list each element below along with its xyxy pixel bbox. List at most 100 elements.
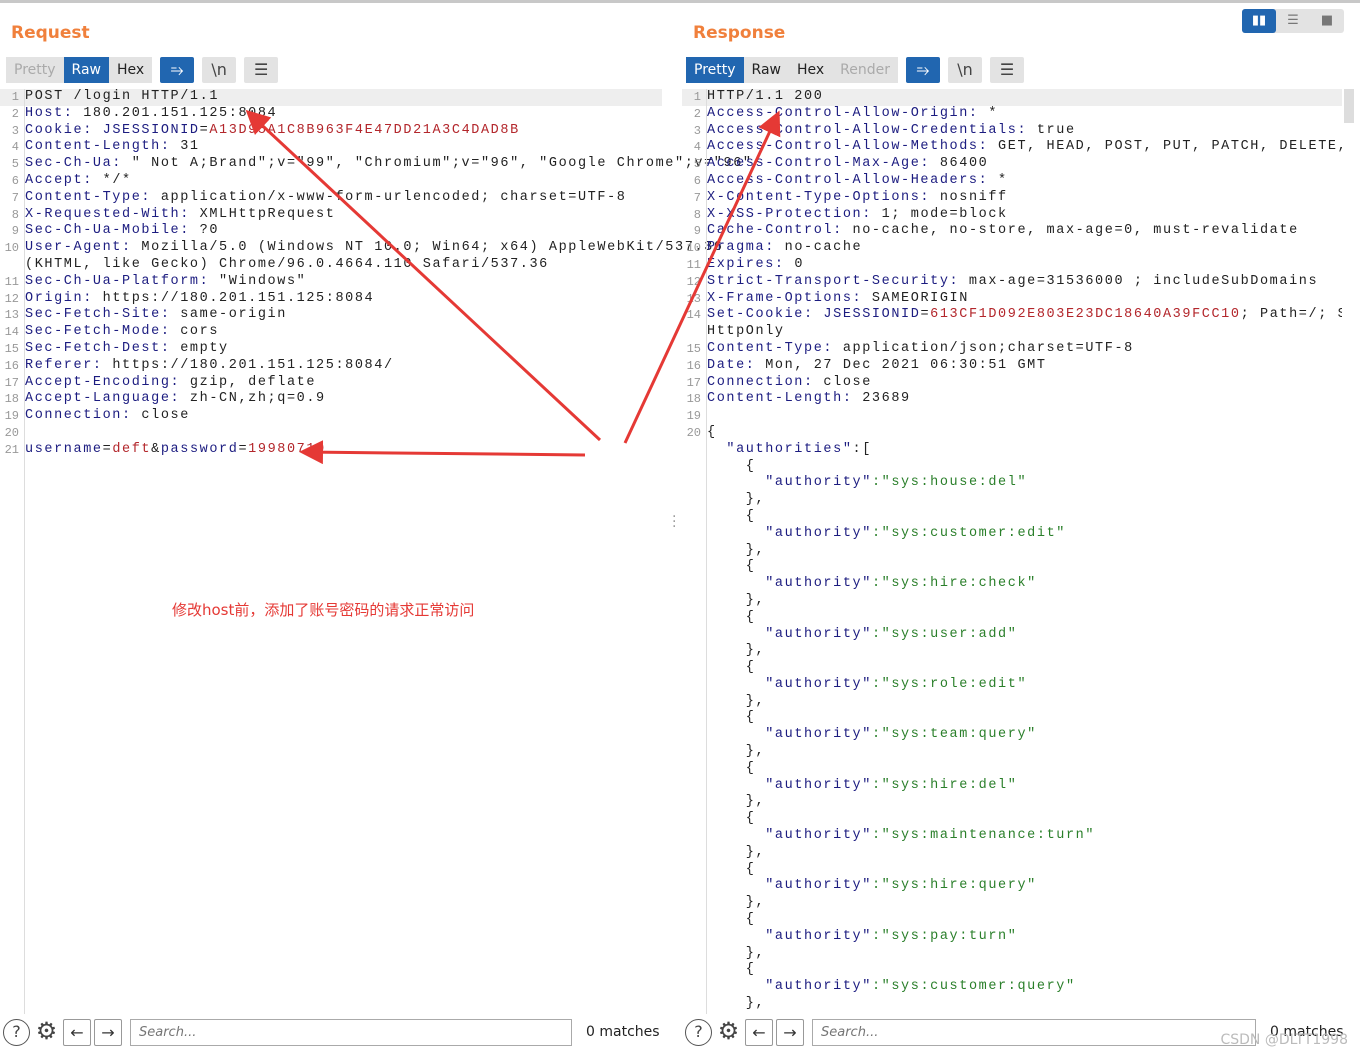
json-punctuation: {: [707, 609, 756, 625]
code-token: Cache-Control:: [707, 223, 843, 239]
code-token: Access-Control-Allow-Headers:: [707, 172, 989, 188]
json-punctuation: {: [707, 962, 756, 978]
single-pane-layout-icon[interactable]: ■: [1310, 9, 1344, 33]
code-token: *: [988, 172, 1008, 188]
request-search-input[interactable]: [130, 1018, 572, 1046]
code-token: A13D95A1C8B963F4E47DD21A3C4DAD8B: [209, 122, 520, 138]
line-number: 7: [693, 190, 701, 205]
code-token: :[: [852, 441, 872, 457]
response-editor[interactable]: 1 HTTP/1.1 200 2 Access-Control-Allow-Origi…: [682, 89, 1342, 1014]
json-line: "authority":"sys:role:edit": [682, 677, 1342, 694]
json-punctuation: },: [707, 542, 766, 558]
json-line: "authority":"sys:team:query": [682, 727, 1342, 744]
code-token: Connection:: [25, 408, 132, 424]
settings-icon[interactable]: ⚙: [715, 1019, 742, 1046]
line-number: 10: [4, 241, 19, 256]
code-token: ?0: [189, 223, 220, 239]
code-token: application/json;charset=UTF-8: [833, 340, 1134, 356]
forward-button[interactable]: →: [776, 1018, 804, 1046]
code-token: Origin:: [25, 290, 93, 306]
tab-pretty[interactable]: Pretty: [6, 57, 64, 83]
json-key: "authority": [765, 928, 872, 944]
code-token: Access-Control-Max-Age:: [707, 156, 931, 172]
tab-pretty[interactable]: Pretty: [686, 57, 744, 83]
response-search-input[interactable]: [812, 1018, 1256, 1046]
back-button[interactable]: ←: [745, 1018, 773, 1046]
json-line: {: [682, 710, 1342, 727]
code-token: =: [238, 441, 249, 457]
line-number: 8: [693, 207, 701, 222]
code-token: Cookie:: [25, 122, 93, 138]
code-token: deft: [112, 441, 152, 457]
json-punctuation: [707, 576, 765, 591]
json-key: "authority": [765, 475, 872, 491]
menu-icon[interactable]: ☰: [244, 57, 279, 83]
wrap-lines-icon[interactable]: ⥱: [906, 57, 941, 83]
tab-render[interactable]: Render: [832, 57, 899, 83]
json-punctuation: ": [1007, 928, 1018, 944]
menu-icon[interactable]: ☰: [990, 57, 1025, 83]
line-number: 21: [4, 442, 19, 457]
line-number: 19: [4, 409, 19, 424]
code-token: Sec-Ch-Ua-Mobile:: [25, 223, 190, 239]
line-number: 1: [11, 90, 19, 104]
code-token: https://180.201.151.125:8084: [92, 290, 375, 306]
code-token: Connection:: [707, 374, 814, 390]
line-number: 9: [693, 224, 701, 239]
wrap-lines-icon[interactable]: ⥱: [160, 57, 195, 83]
response-pane: Response ▮▮ ☰ ■ Pretty Raw Hex Render ⥱ …: [682, 3, 1360, 1052]
json-punctuation: [707, 979, 765, 994]
json-punctuation: [707, 878, 765, 893]
code-token: cors: [170, 324, 220, 340]
line-number: 11: [4, 274, 19, 289]
json-key: "authority": [765, 828, 872, 844]
help-icon[interactable]: ?: [685, 1018, 712, 1046]
code-token: Date:: [707, 357, 756, 373]
code-token: Mon, 27 Dec 2021 06:30:51 GMT: [755, 357, 1047, 373]
json-punctuation: :": [871, 525, 892, 541]
json-line: },: [682, 845, 1342, 862]
code-line: 5 Sec-Ch-Ua: " Not A;Brand";v="99", "Chro…: [0, 156, 751, 173]
line-number: [0, 257, 22, 274]
line-number: 2: [11, 106, 19, 121]
line-number: 5: [11, 157, 19, 172]
request-editor[interactable]: 1 POST /login HTTP/1.1 2 Host: 180.201.151.…: [0, 89, 751, 1014]
code-token: 86400: [930, 156, 989, 172]
tab-hex[interactable]: Hex: [108, 57, 153, 83]
code-token: close: [131, 408, 190, 424]
show-newlines-icon[interactable]: \n: [948, 57, 983, 83]
show-newlines-icon[interactable]: \n: [202, 57, 237, 83]
request-title: Request: [11, 23, 90, 43]
help-icon[interactable]: ?: [3, 1018, 30, 1046]
line-number: 3: [693, 123, 701, 138]
code-token: =: [102, 441, 113, 457]
json-line: {: [682, 660, 1342, 677]
json-punctuation: },: [707, 492, 766, 508]
code-token: no-cache: [774, 240, 863, 256]
code-token: 180.201.151.125:8084: [73, 105, 278, 121]
json-key: "authority": [765, 777, 872, 793]
tab-raw[interactable]: Raw: [63, 57, 109, 83]
forward-button[interactable]: →: [94, 1018, 122, 1046]
back-button[interactable]: ←: [63, 1018, 91, 1046]
code-line: 10 User-Agent: Mozilla/5.0 (Windows NT 10…: [0, 240, 722, 257]
json-line: "authority":"sys:customer:query": [682, 979, 1342, 996]
response-scrollbar[interactable]: [1344, 89, 1354, 123]
json-punctuation: {: [707, 760, 756, 776]
json-line: },: [682, 794, 1342, 811]
json-line: {: [682, 811, 1342, 828]
settings-icon[interactable]: ⚙: [33, 1019, 60, 1046]
tab-raw[interactable]: Raw: [743, 57, 789, 83]
code-token: =: [199, 122, 210, 138]
code-line: 11 Expires: 0: [682, 257, 1342, 274]
side-by-side-layout-icon[interactable]: ▮▮: [1242, 9, 1276, 33]
code-token: *: [978, 105, 999, 121]
json-punctuation: {: [707, 811, 756, 827]
stacked-layout-icon[interactable]: ☰: [1276, 9, 1310, 33]
pane-splitter[interactable]: · · ·: [672, 510, 678, 534]
code-token: nosniff: [930, 189, 1008, 205]
json-punctuation: :": [871, 979, 892, 995]
code-token: */*: [92, 172, 132, 188]
tab-hex[interactable]: Hex: [788, 57, 833, 83]
code-token: X-Frame-Options:: [707, 290, 863, 306]
